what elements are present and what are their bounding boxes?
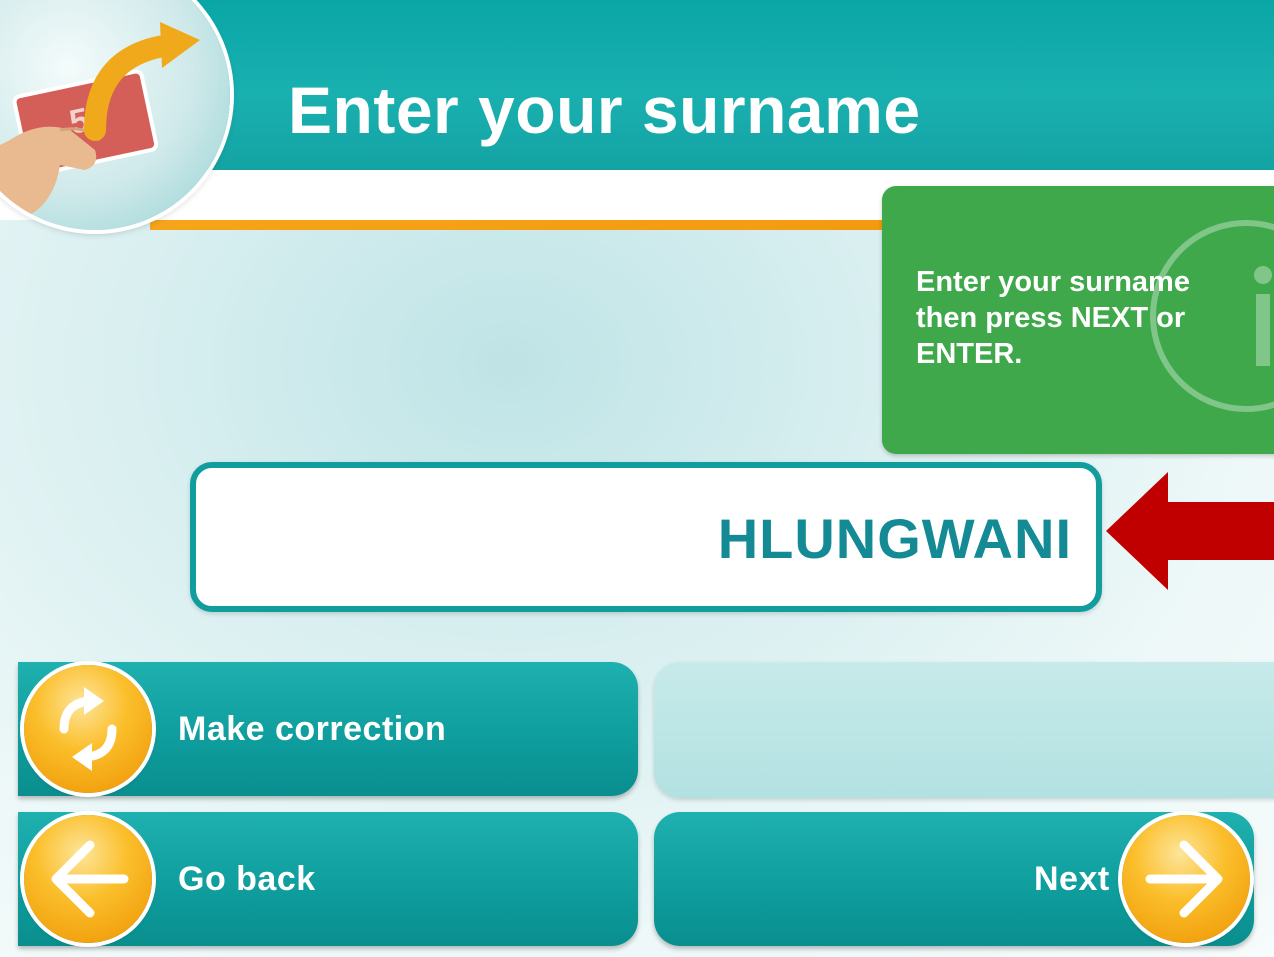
- info-text: Enter your surname then press NEXT or EN…: [916, 266, 1190, 370]
- pointer-arrow-icon: [1106, 472, 1274, 595]
- arrow-right-icon: [1122, 815, 1250, 943]
- correction-icon: [24, 665, 152, 793]
- info-icon-stem: [1256, 294, 1270, 366]
- info-panel: Enter your surname then press NEXT or EN…: [882, 186, 1274, 454]
- card-logo-icon: 50: [0, 0, 230, 230]
- surname-input-value: HLUNGWANI: [717, 507, 1072, 570]
- info-icon-dot: [1254, 266, 1272, 284]
- header-accent-line: [150, 220, 890, 230]
- go-back-button[interactable]: Go back: [18, 812, 638, 946]
- surname-input[interactable]: HLUNGWANI: [190, 462, 1102, 612]
- go-back-label: Go back: [178, 860, 316, 898]
- page-title: Enter your surname: [288, 73, 921, 147]
- arrow-left-icon: [24, 815, 152, 943]
- next-button[interactable]: Next: [654, 812, 1254, 946]
- empty-button-slot: [654, 662, 1274, 798]
- make-correction-button[interactable]: Make correction: [18, 662, 638, 796]
- make-correction-label: Make correction: [178, 710, 447, 748]
- next-label: Next: [1034, 860, 1110, 898]
